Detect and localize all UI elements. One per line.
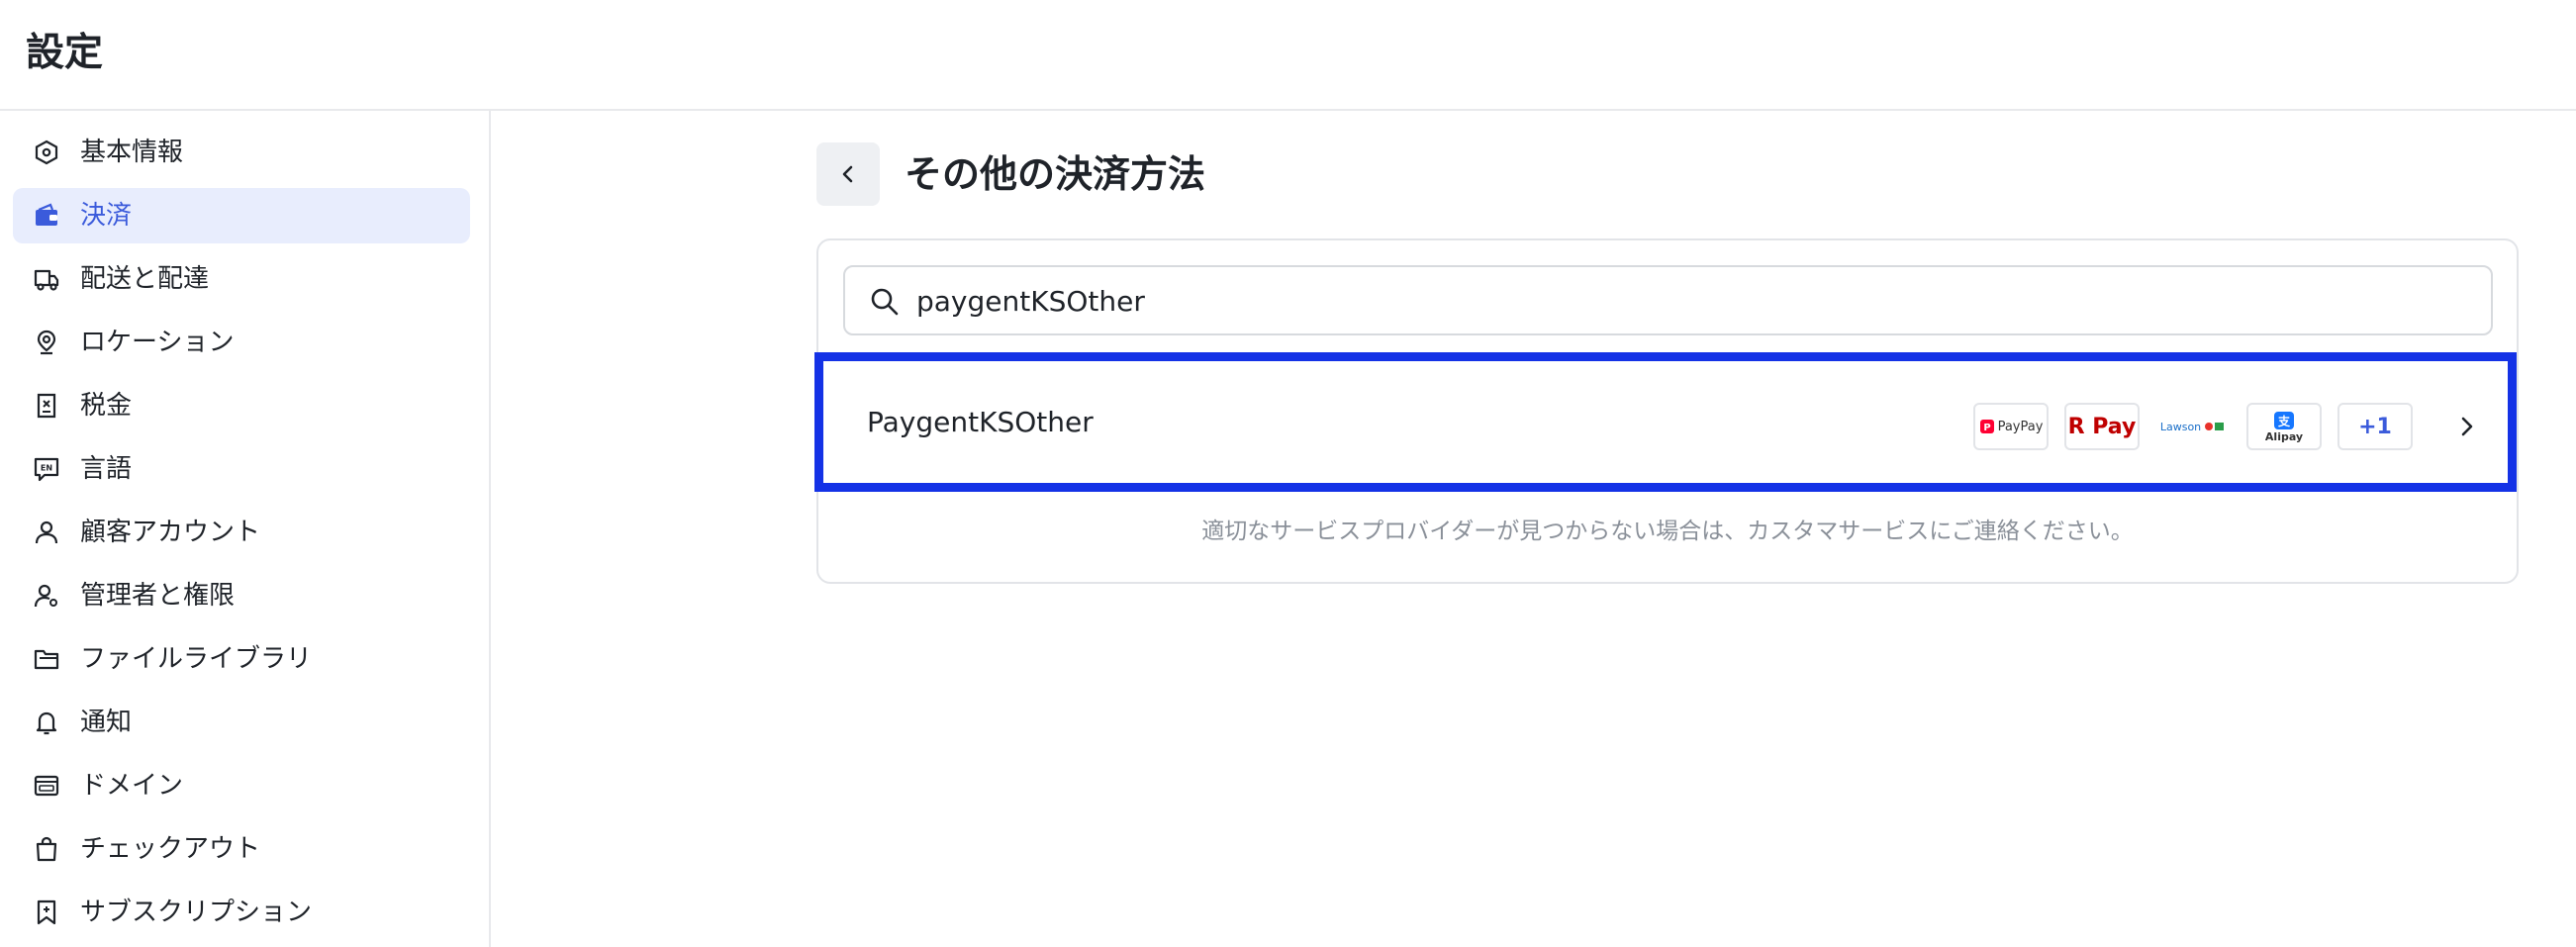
sidebar-item-label: チェックアウト [80, 834, 261, 864]
hexagon-info-icon [33, 139, 60, 166]
tax-receipt-icon [33, 392, 60, 420]
rakuten-pay-logo: R Pay [2064, 403, 2140, 450]
user-gear-icon [33, 582, 60, 610]
language-en-icon: EN [33, 455, 60, 483]
sidebar-item-label: 配送と配達 [80, 264, 210, 294]
svg-text:支: 支 [2277, 414, 2291, 428]
provider-row[interactable]: PaygentKSOther P PayPay R Pay Lawson 支 A… [814, 352, 2517, 492]
sidebar-item-payments[interactable]: 決済 [13, 188, 470, 243]
sidebar-item-taxes[interactable]: 税金 [13, 378, 470, 433]
provider-name: PaygentKSOther [867, 406, 1094, 438]
truck-icon [33, 265, 60, 293]
chevron-left-icon [842, 165, 853, 183]
convenience-store-logo: Lawson [2155, 403, 2231, 450]
sidebar-item-locations[interactable]: ロケーション [13, 315, 470, 370]
sidebar-item-label: サブスクリプション [80, 898, 313, 927]
bell-icon [33, 709, 60, 736]
sidebar-item-label: ロケーション [80, 328, 235, 357]
sidebar-item-file-library[interactable]: ファイルライブラリ [13, 631, 470, 687]
top-bar: 設定 [0, 0, 2576, 111]
chevron-right-icon [2461, 417, 2473, 436]
search-input[interactable] [916, 277, 2460, 325]
shopping-bag-icon [33, 835, 60, 863]
page-title: 設定 [26, 31, 104, 75]
section-title: その他の決済方法 [905, 152, 1206, 196]
svg-text:P: P [1983, 423, 1990, 433]
svg-text:EN: EN [41, 464, 52, 473]
sidebar-item-notifications[interactable]: 通知 [13, 695, 470, 750]
sidebar-item-label: 税金 [80, 391, 133, 421]
sidebar-item-label: 言語 [80, 454, 133, 484]
sidebar-item-label: 管理者と権限 [80, 581, 236, 611]
sidebar-item-customer-accounts[interactable]: 顧客アカウント [13, 505, 470, 560]
domain-browser-icon [33, 772, 60, 800]
sidebar-item-label: 決済 [80, 201, 133, 231]
sidebar-item-languages[interactable]: EN 言語 [13, 441, 470, 497]
subscription-bookmark-icon [33, 899, 60, 926]
sidebar-item-checkout[interactable]: チェックアウト [13, 821, 470, 877]
back-button[interactable] [816, 142, 880, 206]
sidebar-item-label: 基本情報 [80, 138, 184, 167]
more-logos-badge: +1 [2337, 403, 2413, 450]
search-box [843, 265, 2493, 335]
wallet-icon [33, 202, 60, 230]
sidebar-item-admins-permissions[interactable]: 管理者と権限 [13, 568, 470, 623]
sidebar-item-subscriptions[interactable]: サブスクリプション [13, 885, 470, 940]
sidebar-item-label: ドメイン [80, 771, 184, 801]
sidebar-item-domains[interactable]: ドメイン [13, 758, 470, 813]
search-icon [871, 288, 899, 316]
contact-support-note: 適切なサービスプロバイダーが見つからない場合は、カスタマサービスにご連絡ください… [1201, 519, 2134, 544]
user-icon [33, 519, 60, 546]
folder-icon [33, 645, 60, 673]
sidebar-item-label: 顧客アカウント [80, 518, 261, 547]
paypay-logo: P PayPay [1973, 403, 2049, 450]
settings-sidebar: 基本情報 決済 配送と配達 ロケーション 税金 EN 言語 顧客アカウント 管理… [0, 111, 491, 947]
location-pin-icon [33, 329, 60, 356]
sidebar-item-shipping[interactable]: 配送と配達 [13, 251, 470, 307]
alipay-logo: 支 Alipay [2246, 403, 2322, 450]
sidebar-item-label: ファイルライブラリ [80, 644, 313, 674]
sidebar-item-label: 通知 [80, 708, 133, 737]
sidebar-item-basic-info[interactable]: 基本情報 [13, 125, 470, 180]
